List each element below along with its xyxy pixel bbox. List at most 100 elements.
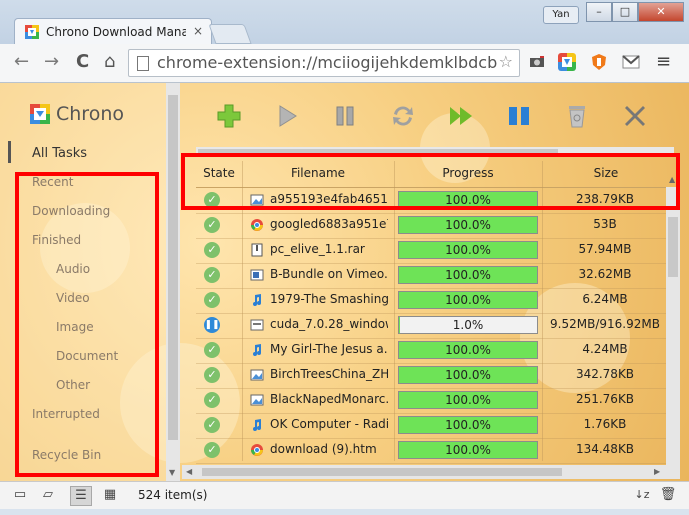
sidebar-scrollbar[interactable]: ▼ [166,83,180,481]
image-file-icon [250,369,264,381]
row-filename[interactable]: OK Computer - Radi... [270,417,388,431]
row-filename[interactable]: BlackNapedMonarc... [270,392,388,406]
table-row[interactable]: ✓ download (9).htm 100.0% 134.48KB [196,438,670,464]
image-view-icon[interactable]: ▭ [10,486,30,504]
forward-button[interactable]: → [44,52,59,72]
sort-az-icon[interactable]: ↓z [632,486,652,504]
row-filename[interactable]: googled6883a951e7... [270,217,388,231]
pause-button[interactable] [332,103,358,129]
completed-check-icon[interactable]: ✓ [204,292,220,308]
sidebar-scroll-thumb[interactable] [168,95,178,440]
url-text[interactable]: chrome-extension://mciiogijehkdemklbdcbf… [157,53,497,72]
home-button[interactable]: ⌂ [104,52,115,72]
reload-button[interactable]: C [76,52,89,72]
table-row[interactable]: ✓ googled6883a951e7... 100.0% 53B [196,213,670,239]
shield-extension-icon[interactable] [590,53,608,71]
tab-close-icon[interactable]: × [193,24,203,38]
completed-check-icon[interactable]: ✓ [204,367,220,383]
row-size: 32.62MB [578,267,632,281]
chrono-extension-icon[interactable] [558,53,576,71]
completed-check-icon[interactable]: ✓ [204,442,220,458]
tab-strip: Chrono Download Manag × Yan – □ ✕ [0,0,689,45]
progress-bar: 100.0% [398,216,538,234]
start-button[interactable] [274,103,300,129]
progress-bar: 100.0% [398,441,538,459]
table-row[interactable]: ✓ B-Bundle on Vimeo.... 100.0% 32.62MB [196,263,670,289]
progress-bar: 100.0% [398,391,538,409]
table-row[interactable]: ❚❚ cuda_7.0.28_window... 1.0% 9.52MB/916.92… [196,313,670,339]
add-task-button[interactable] [216,103,242,129]
progress-text: 100.0% [445,443,491,457]
chrome-file-icon [251,444,263,456]
row-filename[interactable]: BirchTreesChina_ZH... [270,367,388,381]
row-size: 134.48KB [575,442,635,456]
completed-check-icon[interactable]: ✓ [204,217,220,233]
action-toolbar [182,83,689,145]
audio-file-icon [253,419,261,431]
trash-icon[interactable]: 🗑 [658,486,678,504]
table-vertical-scrollbar[interactable]: ▲ [666,175,680,479]
row-size: 9.52MB/916.92MB [550,317,660,331]
table-row[interactable]: ✓ BirchTreesChina_ZH... 100.0% 342.78KB [196,363,670,389]
row-filename[interactable]: cuda_7.0.28_window... [270,317,388,331]
completed-check-icon[interactable]: ✓ [204,417,220,433]
brand-name: Chrono [56,103,124,125]
list-view-icon[interactable]: ☰ [70,486,92,506]
completed-check-icon[interactable]: ✓ [204,267,220,283]
tab-title: Chrono Download Manag [46,25,186,39]
bookmark-star-icon[interactable]: ☆ [499,52,513,71]
recycle-button[interactable] [564,103,590,129]
bottom-horizontal-scrollbar[interactable]: ◀ ▶ [182,465,666,479]
row-size: 4.24MB [582,342,628,356]
progress-bar: 100.0% [398,416,538,434]
row-filename[interactable]: download (9).htm [270,442,388,456]
progress-text: 100.0% [445,368,491,382]
maximize-button[interactable]: □ [612,2,638,22]
user-badge[interactable]: Yan [543,6,579,24]
progress-text: 100.0% [445,418,491,432]
audio-file-icon [253,294,261,306]
paused-state-icon[interactable]: ❚❚ [204,317,220,333]
table-row[interactable]: ✓ My Girl-The Jesus a... 100.0% 4.24MB [196,338,670,364]
browser-tab[interactable]: Chrono Download Manag × [14,18,212,45]
back-button[interactable]: ← [14,52,29,72]
row-filename[interactable]: My Girl-The Jesus a... [270,342,388,356]
table-row[interactable]: ✓ BlackNapedMonarc... 100.0% 251.76KB [196,388,670,414]
table-row[interactable]: ✓ pc_elive_1.1.rar 100.0% 57.94MB [196,238,670,264]
address-bar[interactable]: chrome-extension://mciiogijehkdemklbdcbf… [128,49,520,77]
row-filename[interactable]: B-Bundle on Vimeo.... [270,267,388,281]
camera-extension-icon[interactable] [528,53,546,71]
folder-icon[interactable]: ▱ [38,486,58,504]
page-icon [137,56,149,71]
row-size: 53B [593,217,617,231]
delete-button[interactable] [622,103,648,129]
row-size: 57.94MB [578,242,632,256]
scroll-left-icon[interactable]: ◀ [186,467,192,476]
completed-check-icon[interactable]: ✓ [204,342,220,358]
new-tab-button[interactable] [208,24,252,44]
minimize-button[interactable]: – [586,2,612,22]
scroll-right-icon[interactable]: ▶ [654,467,660,476]
start-all-button[interactable] [448,103,474,129]
completed-check-icon[interactable]: ✓ [204,392,220,408]
row-filename[interactable]: pc_elive_1.1.rar [270,242,388,256]
progress-text: 100.0% [445,393,491,407]
status-bar: ▭ ▱ ☰ ▦ 524 item(s) ↓z 🗑 [0,481,689,509]
table-scroll-thumb[interactable] [668,217,678,277]
grid-view-icon[interactable]: ▦ [100,486,120,504]
row-size: 6.24MB [582,292,628,306]
bottom-scroll-thumb[interactable] [202,468,562,476]
chrome-menu-icon[interactable]: ≡ [656,52,671,72]
sidebar-scroll-down-icon[interactable]: ▼ [169,468,175,477]
sidebar-item-all-tasks[interactable]: All Tasks [32,146,87,161]
gmail-extension-icon[interactable] [622,53,640,71]
row-filename[interactable]: 1979-The Smashing ... [270,292,388,306]
progress-text: 100.0% [445,343,491,357]
completed-check-icon[interactable]: ✓ [204,242,220,258]
pause-all-button[interactable] [506,103,532,129]
table-row[interactable]: ✓ OK Computer - Radi... 100.0% 1.76KB [196,413,670,439]
retry-button[interactable] [390,103,416,129]
close-window-button[interactable]: ✕ [638,2,684,22]
progress-text: 100.0% [445,243,491,257]
table-row[interactable]: ✓ 1979-The Smashing ... 100.0% 6.24MB [196,288,670,314]
